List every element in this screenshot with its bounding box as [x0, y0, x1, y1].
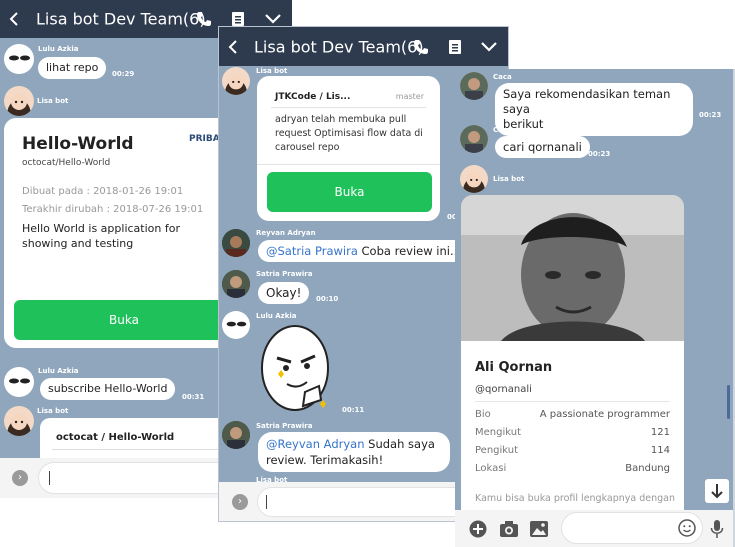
- avatar[interactable]: [4, 44, 34, 74]
- profile-footer: Kamu bisa buka profil lengkapnya dengan: [475, 493, 676, 504]
- pr-branch: master: [395, 92, 424, 101]
- divider: [257, 164, 440, 165]
- message-text: Saya rekomendasikan teman saya: [503, 87, 671, 116]
- emoji-icon[interactable]: [678, 519, 696, 537]
- sender-name: Caca: [493, 126, 512, 134]
- notes-icon[interactable]: [448, 39, 462, 55]
- avatar[interactable]: [4, 367, 34, 397]
- sender-name: Reyvan Adryan: [256, 229, 316, 237]
- sender-name: Lisa bot: [493, 175, 525, 183]
- avatar[interactable]: [460, 72, 488, 100]
- sender-name: Lisa bot: [37, 407, 69, 415]
- profile-row-bio: Bio A passionate programmer: [475, 409, 670, 420]
- repo-title: Hello-World: [22, 134, 134, 154]
- pr-title: JTKCode / Lis...: [275, 92, 351, 102]
- message-time: 00:10: [316, 295, 339, 303]
- message-text: berikut: [503, 117, 544, 131]
- chevron-down-icon[interactable]: [480, 41, 498, 53]
- message-bubble[interactable]: subscribe Hello-World: [40, 378, 176, 400]
- profile-photo[interactable]: [461, 195, 684, 341]
- profile-row-location: Lokasi Bandung: [475, 463, 670, 474]
- message-bubble[interactable]: @Satria Prawira Coba review ini..: [258, 240, 466, 262]
- image-icon[interactable]: [529, 520, 549, 538]
- input-bar: [455, 510, 735, 547]
- pull-request-card: JTKCode / Lis... master adryan telah mem…: [257, 76, 440, 221]
- message-time: 00:11: [342, 406, 365, 414]
- chat-title: Lisa bot Dev Team(6): [36, 9, 206, 29]
- sender-name: Lulu Azkia: [38, 367, 79, 375]
- message-input[interactable]: [257, 487, 473, 517]
- text-cursor: [266, 495, 267, 509]
- bot-avatar[interactable]: [4, 86, 34, 116]
- avatar[interactable]: [222, 270, 250, 298]
- text-cursor: [49, 471, 50, 485]
- divider: [475, 401, 670, 402]
- message-bubble[interactable]: Saya rekomendasikan teman saya berikut: [495, 83, 693, 136]
- message-time: 00:23: [588, 150, 611, 158]
- sender-name: Satria Prawira: [256, 422, 313, 430]
- message-input[interactable]: [561, 512, 703, 544]
- sender-name: Lisa bot: [37, 97, 69, 105]
- profile-username: @qornanali: [475, 384, 532, 395]
- divider: [271, 107, 426, 108]
- back-arrow-icon[interactable]: [227, 39, 239, 55]
- camera-icon[interactable]: [499, 520, 519, 538]
- message-bubble[interactable]: @Reyvan Adryan Sudah saya review. Terima…: [258, 432, 450, 472]
- scroll-down-button[interactable]: [705, 479, 729, 503]
- notes-icon[interactable]: [231, 11, 245, 27]
- arrow-down-icon: [711, 484, 723, 499]
- sticker-image[interactable]: [259, 322, 339, 416]
- message-time: 00:23: [699, 111, 722, 119]
- sender-name: Caca: [493, 73, 512, 81]
- chat-title: Lisa bot Dev Team(6): [254, 37, 424, 56]
- mention-link[interactable]: @Satria Prawira: [266, 244, 358, 258]
- bot-avatar[interactable]: [4, 406, 34, 436]
- profile-row-followers: Pengikut 114: [475, 445, 670, 456]
- phone-icon[interactable]: [196, 11, 212, 27]
- phone-icon[interactable]: [413, 39, 429, 55]
- message-bubble[interactable]: Okay!: [258, 282, 310, 304]
- divider: [52, 449, 240, 450]
- profile-name: Ali Qornan: [475, 360, 553, 375]
- sender-name: Lisa bot: [256, 67, 288, 75]
- repo-description: Hello World is application for showing a…: [22, 222, 180, 250]
- message-time: 00:31: [182, 393, 205, 401]
- open-pr-button[interactable]: Buka: [267, 172, 432, 212]
- bot-avatar[interactable]: [222, 67, 250, 95]
- mention-link[interactable]: @Reyvan Adryan: [266, 437, 365, 451]
- sender-name: Satria Prawira: [256, 270, 313, 278]
- expand-icon[interactable]: ›: [12, 470, 28, 486]
- repo-created: Dibuat pada : 2018-01-26 19:01: [22, 186, 184, 197]
- message-bubble[interactable]: lihat repo: [38, 57, 107, 79]
- sender-name: Lulu Azkia: [38, 45, 79, 53]
- repo-updated: Terakhir dirubah : 2018-07-26 19:01: [22, 204, 204, 215]
- message-time: 00:29: [112, 70, 135, 78]
- profile-card: Ali Qornan @qornanali Bio A passionate pr…: [461, 195, 684, 515]
- back-arrow-icon[interactable]: [8, 11, 20, 27]
- repo-card: Hello-World PRIBADI octocat/Hello-World …: [4, 118, 244, 348]
- microphone-icon[interactable]: [710, 519, 724, 539]
- chevron-down-icon[interactable]: [264, 13, 282, 25]
- avatar[interactable]: [460, 125, 488, 153]
- sender-name: Lulu Azkia: [256, 312, 297, 320]
- avatar[interactable]: [222, 421, 250, 449]
- avatar[interactable]: [222, 311, 250, 339]
- avatar[interactable]: [222, 229, 250, 257]
- scrollbar[interactable]: [727, 385, 730, 419]
- add-icon[interactable]: [469, 520, 487, 538]
- message-text: Coba review ini..: [357, 244, 458, 258]
- open-repo-button[interactable]: Buka: [14, 300, 234, 340]
- chat-window-3: Caca Saya rekomendasikan teman saya beri…: [455, 69, 735, 547]
- message-bubble[interactable]: cari qornanali: [495, 136, 590, 158]
- card-title: octocat / Hello-World: [56, 432, 175, 443]
- expand-icon[interactable]: ›: [232, 494, 248, 510]
- repo-path: octocat/Hello-World: [22, 158, 111, 168]
- bot-avatar[interactable]: [460, 165, 488, 193]
- pr-text: adryan telah membuka pull request Optimi…: [275, 114, 423, 153]
- profile-row-following: Mengikut 121: [475, 427, 670, 438]
- chat-header: Lisa bot Dev Team(6): [219, 27, 508, 66]
